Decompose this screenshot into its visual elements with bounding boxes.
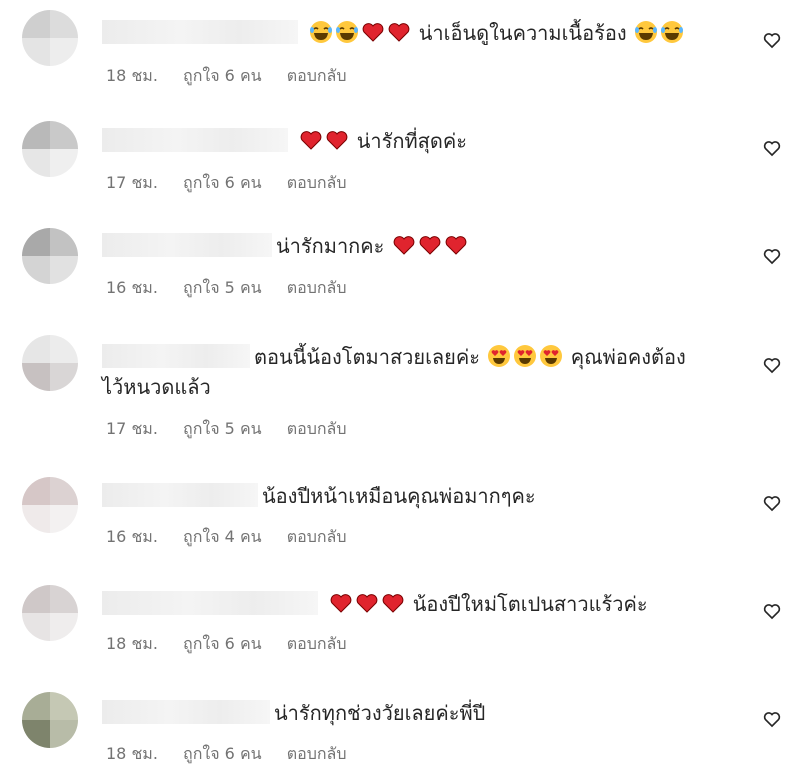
like-count[interactable]: ถูกใจ 6 คน bbox=[183, 66, 262, 85]
avatar[interactable] bbox=[22, 692, 78, 748]
avatar[interactable] bbox=[22, 121, 78, 177]
laugh-cry-emoji bbox=[310, 21, 333, 43]
like-count[interactable]: ถูกใจ 6 คน bbox=[183, 634, 262, 653]
avatar[interactable] bbox=[22, 477, 78, 533]
reply-button[interactable]: ตอบกลับ bbox=[287, 634, 347, 653]
comment-item: น่ารักที่สุดค่ะ 17 ชม. ถูกใจ 6 คน ตอบกลั… bbox=[0, 105, 800, 213]
comment-time: 16 ชม. bbox=[106, 278, 158, 297]
like-count[interactable]: ถูกใจ 6 คน bbox=[183, 173, 262, 192]
comment-meta: 17 ชม. ถูกใจ 5 คน ตอบกลับ bbox=[106, 417, 367, 442]
comment-body: น้องปีหน้าเหมือนคุณพ่อมากๆคะ bbox=[102, 481, 730, 511]
heart-eyes-emoji bbox=[488, 345, 511, 367]
comment-time: 18 ชม. bbox=[106, 744, 158, 763]
like-count[interactable]: ถูกใจ 5 คน bbox=[183, 278, 262, 297]
comment-meta: 16 ชม. ถูกใจ 4 คน ตอบกลับ bbox=[106, 525, 367, 550]
comment-item: ตอนนี้น้องโตมาสวยเลยค่ะ คุณพ่อคงต้อง ไว้… bbox=[0, 325, 800, 465]
comment-body: ตอนนี้น้องโตมาสวยเลยค่ะ คุณพ่อคงต้อง bbox=[102, 342, 730, 372]
comment-meta: 17 ชม. ถูกใจ 6 คน ตอบกลับ bbox=[106, 171, 367, 196]
avatar[interactable] bbox=[22, 335, 78, 391]
reply-button[interactable]: ตอบกลับ bbox=[287, 278, 347, 297]
comment-meta: 18 ชม. ถูกใจ 6 คน ตอบกลับ bbox=[106, 632, 367, 657]
comment-time: 16 ชม. bbox=[106, 527, 158, 546]
heart-outline-icon[interactable] bbox=[762, 355, 782, 375]
comment-item: น้องปีหน้าเหมือนคุณพ่อมากๆคะ 16 ชม. ถูกใ… bbox=[0, 465, 800, 575]
red-heart-emoji bbox=[419, 236, 441, 255]
emoji-group-tail bbox=[627, 21, 685, 45]
comment-item: น้องปีใหม่โตเปนสาวแร้วค่ะ 18 ชม. ถูกใจ 6… bbox=[0, 575, 800, 680]
heart-outline-icon[interactable] bbox=[762, 30, 782, 50]
red-heart-emoji bbox=[445, 236, 467, 255]
username-redacted[interactable] bbox=[102, 700, 270, 724]
heart-eyes-emoji bbox=[514, 345, 537, 367]
comment-time: 18 ชม. bbox=[106, 66, 158, 85]
heart-outline-icon[interactable] bbox=[762, 246, 782, 266]
heart-outline-icon[interactable] bbox=[762, 493, 782, 513]
heart-outline-icon[interactable] bbox=[762, 138, 782, 158]
username-redacted[interactable] bbox=[102, 233, 272, 257]
emoji-group-tail bbox=[480, 345, 571, 369]
username-redacted[interactable] bbox=[102, 591, 318, 615]
heart-outline-icon[interactable] bbox=[762, 601, 782, 621]
comment-body: น่ารักที่สุดค่ะ bbox=[102, 126, 730, 156]
red-heart-emoji bbox=[393, 236, 415, 255]
comment-body: น่ารักมากคะ bbox=[102, 231, 730, 261]
comment-meta: 16 ชม. ถูกใจ 5 คน ตอบกลับ bbox=[106, 276, 367, 301]
red-heart-emoji bbox=[326, 131, 348, 150]
comment-body: น่าเอ็นดูในความเนื้อร้อง bbox=[102, 18, 730, 48]
emoji-group-tail bbox=[384, 234, 468, 258]
comment-text: น้องปีหน้าเหมือนคุณพ่อมากๆคะ bbox=[262, 484, 536, 508]
laugh-cry-emoji bbox=[635, 21, 657, 43]
username-redacted[interactable] bbox=[102, 344, 250, 368]
comment-text: น่ารักมากคะ bbox=[276, 234, 385, 258]
comment-text: น้องปีใหม่โตเปนสาวแร้วค่ะ bbox=[412, 592, 648, 616]
emoji-group-lead bbox=[322, 592, 413, 616]
comment-text: น่ารักที่สุดค่ะ bbox=[356, 129, 467, 153]
comment-text-continued: คุณพ่อคงต้อง bbox=[570, 345, 686, 369]
laugh-cry-emoji bbox=[336, 21, 359, 43]
like-count[interactable]: ถูกใจ 4 คน bbox=[183, 527, 262, 546]
comment-item: น่ารักทุกช่วงวัยเลยค่ะพี่ปี 18 ชม. ถูกใจ… bbox=[0, 680, 800, 765]
heart-outline-icon[interactable] bbox=[762, 709, 782, 729]
username-redacted[interactable] bbox=[102, 128, 288, 152]
comment-meta: 18 ชม. ถูกใจ 6 คน ตอบกลับ bbox=[106, 742, 367, 767]
comment-body: น่ารักทุกช่วงวัยเลยค่ะพี่ปี bbox=[102, 698, 730, 728]
reply-button[interactable]: ตอบกลับ bbox=[287, 173, 347, 192]
like-count[interactable]: ถูกใจ 6 คน bbox=[183, 744, 262, 763]
comment-text: ตอนนี้น้องโตมาสวยเลยค่ะ bbox=[254, 345, 481, 369]
avatar[interactable] bbox=[22, 228, 78, 284]
reply-button[interactable]: ตอบกลับ bbox=[287, 527, 347, 546]
reply-button[interactable]: ตอบกลับ bbox=[287, 66, 347, 85]
red-heart-emoji bbox=[362, 23, 384, 42]
like-count[interactable]: ถูกใจ 5 คน bbox=[183, 419, 262, 438]
avatar[interactable] bbox=[22, 10, 78, 66]
red-heart-emoji bbox=[388, 23, 410, 42]
comment-body: น้องปีใหม่โตเปนสาวแร้วค่ะ bbox=[102, 589, 730, 619]
comment-text-line2: ไว้หนวดแล้ว bbox=[102, 375, 211, 399]
red-heart-emoji bbox=[356, 594, 378, 613]
comment-time: 18 ชม. bbox=[106, 634, 158, 653]
comment-time: 17 ชม. bbox=[106, 419, 158, 438]
comment-item: น่าเอ็นดูในความเนื้อร้อง 18 ชม. ถูกใจ 6 … bbox=[0, 0, 800, 105]
comment-text: น่าเอ็นดูในความเนื้อร้อง bbox=[418, 21, 627, 45]
comment-text: น่ารักทุกช่วงวัยเลยค่ะพี่ปี bbox=[274, 701, 486, 725]
reply-button[interactable]: ตอบกลับ bbox=[287, 744, 347, 763]
red-heart-emoji bbox=[300, 131, 322, 150]
red-heart-emoji bbox=[382, 594, 404, 613]
avatar[interactable] bbox=[22, 585, 78, 641]
comment-meta: 18 ชม. ถูกใจ 6 คน ตอบกลับ bbox=[106, 64, 367, 89]
username-redacted[interactable] bbox=[102, 483, 258, 507]
username-redacted[interactable] bbox=[102, 20, 298, 44]
red-heart-emoji bbox=[330, 594, 352, 613]
laugh-cry-emoji bbox=[661, 21, 683, 43]
reply-button[interactable]: ตอบกลับ bbox=[287, 419, 347, 438]
comment-item: น่ารักมากคะ 16 ชม. ถูกใจ 5 คน ตอบกลับ bbox=[0, 213, 800, 325]
emoji-group-lead bbox=[292, 129, 357, 153]
comment-time: 17 ชม. bbox=[106, 173, 158, 192]
heart-eyes-emoji bbox=[540, 345, 563, 367]
emoji-group-lead bbox=[302, 21, 419, 45]
